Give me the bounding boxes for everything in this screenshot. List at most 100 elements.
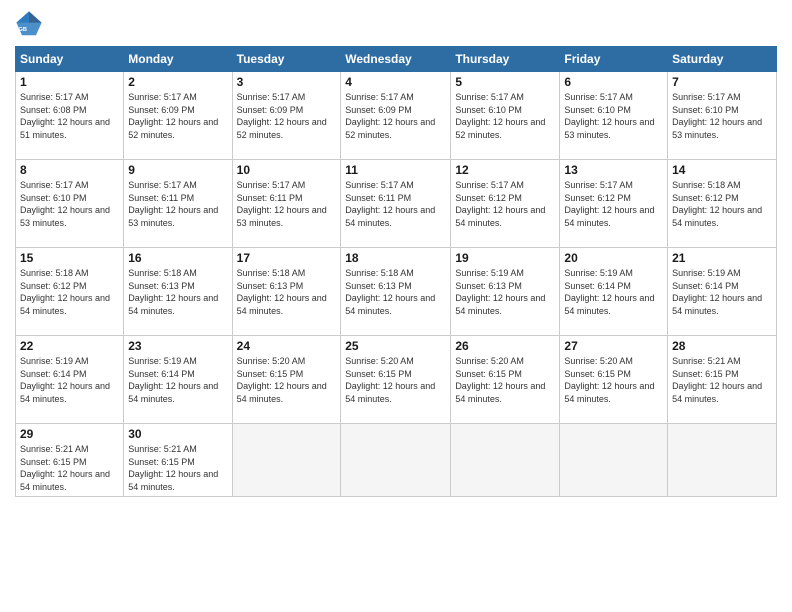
day-info: Sunrise: 5:17 AMSunset: 6:11 PMDaylight:… — [237, 179, 337, 229]
day-info: Sunrise: 5:17 AMSunset: 6:11 PMDaylight:… — [128, 179, 227, 229]
calendar-cell: 10 Sunrise: 5:17 AMSunset: 6:11 PMDayligh… — [232, 160, 341, 248]
day-info: Sunrise: 5:18 AMSunset: 6:12 PMDaylight:… — [672, 179, 772, 229]
day-number: 17 — [237, 251, 337, 265]
day-number: 11 — [345, 163, 446, 177]
day-info: Sunrise: 5:18 AMSunset: 6:12 PMDaylight:… — [20, 267, 119, 317]
calendar-cell: 4 Sunrise: 5:17 AMSunset: 6:09 PMDaylight… — [341, 72, 451, 160]
day-info: Sunrise: 5:17 AMSunset: 6:11 PMDaylight:… — [345, 179, 446, 229]
day-number: 28 — [672, 339, 772, 353]
calendar-table: SundayMondayTuesdayWednesdayThursdayFrid… — [15, 46, 777, 497]
calendar-cell: 11 Sunrise: 5:17 AMSunset: 6:11 PMDayligh… — [341, 160, 451, 248]
calendar-cell: 3 Sunrise: 5:17 AMSunset: 6:09 PMDaylight… — [232, 72, 341, 160]
day-number: 10 — [237, 163, 337, 177]
day-info: Sunrise: 5:21 AMSunset: 6:15 PMDaylight:… — [672, 355, 772, 405]
calendar-cell: 6Sunrise: 5:17 AMSunset: 6:10 PMDaylight… — [560, 72, 668, 160]
logo-icon: GB — [15, 10, 43, 38]
day-info: Sunrise: 5:17 AMSunset: 6:10 PMDaylight:… — [455, 91, 555, 141]
day-number: 27 — [564, 339, 663, 353]
calendar-cell: 27 Sunrise: 5:20 AMSunset: 6:15 PMDayligh… — [560, 336, 668, 424]
day-info: Sunrise: 5:20 AMSunset: 6:15 PMDaylight:… — [564, 355, 663, 405]
page: GB SundayMondayTuesdayWednesdayThursdayF… — [0, 0, 792, 612]
day-number: 6 — [564, 75, 663, 89]
day-number: 23 — [128, 339, 227, 353]
day-info: Sunrise: 5:17 AMSunset: 6:10 PMDaylight:… — [20, 179, 119, 229]
day-info: Sunrise: 5:17 AMSunset: 6:09 PMDaylight:… — [237, 91, 337, 141]
day-number: 15 — [20, 251, 119, 265]
calendar-cell: 29 Sunrise: 5:21 AMSunset: 6:15 PMDayligh… — [16, 424, 124, 497]
calendar-cell: 19Sunrise: 5:19 AMSunset: 6:13 PMDayligh… — [451, 248, 560, 336]
day-info: Sunrise: 5:20 AMSunset: 6:15 PMDaylight:… — [345, 355, 446, 405]
calendar-week-0: 1 Sunrise: 5:17 AMSunset: 6:08 PMDaylight… — [16, 72, 777, 160]
day-number: 2 — [128, 75, 227, 89]
day-info: Sunrise: 5:21 AMSunset: 6:15 PMDaylight:… — [128, 443, 227, 493]
day-info: Sunrise: 5:18 AMSunset: 6:13 PMDaylight:… — [345, 267, 446, 317]
day-number: 25 — [345, 339, 446, 353]
svg-text:GB: GB — [19, 27, 27, 33]
day-info: Sunrise: 5:18 AMSunset: 6:13 PMDaylight:… — [237, 267, 337, 317]
day-info: Sunrise: 5:19 AMSunset: 6:14 PMDaylight:… — [672, 267, 772, 317]
calendar-cell: 12Sunrise: 5:17 AMSunset: 6:12 PMDayligh… — [451, 160, 560, 248]
day-number: 29 — [20, 427, 119, 441]
calendar-cell: 28 Sunrise: 5:21 AMSunset: 6:15 PMDayligh… — [668, 336, 777, 424]
calendar-cell: 15 Sunrise: 5:18 AMSunset: 6:12 PMDayligh… — [16, 248, 124, 336]
day-info: Sunrise: 5:19 AMSunset: 6:14 PMDaylight:… — [128, 355, 227, 405]
day-info: Sunrise: 5:20 AMSunset: 6:15 PMDaylight:… — [237, 355, 337, 405]
day-number: 4 — [345, 75, 446, 89]
day-number: 1 — [20, 75, 119, 89]
calendar-cell: 25 Sunrise: 5:20 AMSunset: 6:15 PMDayligh… — [341, 336, 451, 424]
header-cell-thursday: Thursday — [451, 47, 560, 72]
header-cell-wednesday: Wednesday — [341, 47, 451, 72]
header: GB — [15, 10, 777, 38]
day-info: Sunrise: 5:20 AMSunset: 6:15 PMDaylight:… — [455, 355, 555, 405]
calendar-week-3: 22 Sunrise: 5:19 AMSunset: 6:14 PMDayligh… — [16, 336, 777, 424]
day-number: 3 — [237, 75, 337, 89]
calendar-cell: 24 Sunrise: 5:20 AMSunset: 6:15 PMDayligh… — [232, 336, 341, 424]
calendar-header: SundayMondayTuesdayWednesdayThursdayFrid… — [16, 47, 777, 72]
calendar-week-2: 15 Sunrise: 5:18 AMSunset: 6:12 PMDayligh… — [16, 248, 777, 336]
calendar-cell — [668, 424, 777, 497]
day-info: Sunrise: 5:19 AMSunset: 6:14 PMDaylight:… — [20, 355, 119, 405]
calendar-cell: 7Sunrise: 5:17 AMSunset: 6:10 PMDaylight… — [668, 72, 777, 160]
day-info: Sunrise: 5:17 AMSunset: 6:08 PMDaylight:… — [20, 91, 119, 141]
header-cell-friday: Friday — [560, 47, 668, 72]
day-number: 5 — [455, 75, 555, 89]
day-info: Sunrise: 5:17 AMSunset: 6:09 PMDaylight:… — [128, 91, 227, 141]
day-number: 16 — [128, 251, 227, 265]
header-row: SundayMondayTuesdayWednesdayThursdayFrid… — [16, 47, 777, 72]
calendar-cell: 23 Sunrise: 5:19 AMSunset: 6:14 PMDayligh… — [124, 336, 232, 424]
day-number: 26 — [455, 339, 555, 353]
day-info: Sunrise: 5:19 AMSunset: 6:14 PMDaylight:… — [564, 267, 663, 317]
day-number: 20 — [564, 251, 663, 265]
calendar-cell: 8Sunrise: 5:17 AMSunset: 6:10 PMDaylight… — [16, 160, 124, 248]
day-number: 9 — [128, 163, 227, 177]
header-cell-saturday: Saturday — [668, 47, 777, 72]
header-cell-monday: Monday — [124, 47, 232, 72]
day-info: Sunrise: 5:17 AMSunset: 6:09 PMDaylight:… — [345, 91, 446, 141]
calendar-cell: 2 Sunrise: 5:17 AMSunset: 6:09 PMDaylight… — [124, 72, 232, 160]
day-info: Sunrise: 5:21 AMSunset: 6:15 PMDaylight:… — [20, 443, 119, 493]
calendar-cell — [451, 424, 560, 497]
calendar-cell: 20 Sunrise: 5:19 AMSunset: 6:14 PMDayligh… — [560, 248, 668, 336]
logo: GB — [15, 10, 47, 38]
calendar-cell: 30 Sunrise: 5:21 AMSunset: 6:15 PMDayligh… — [124, 424, 232, 497]
calendar-cell: 9 Sunrise: 5:17 AMSunset: 6:11 PMDaylight… — [124, 160, 232, 248]
day-info: Sunrise: 5:17 AMSunset: 6:12 PMDaylight:… — [564, 179, 663, 229]
calendar-cell — [560, 424, 668, 497]
day-number: 14 — [672, 163, 772, 177]
day-number: 22 — [20, 339, 119, 353]
calendar-cell: 5 Sunrise: 5:17 AMSunset: 6:10 PMDaylight… — [451, 72, 560, 160]
header-cell-tuesday: Tuesday — [232, 47, 341, 72]
day-number: 30 — [128, 427, 227, 441]
day-number: 24 — [237, 339, 337, 353]
calendar-cell: 16Sunrise: 5:18 AMSunset: 6:13 PMDayligh… — [124, 248, 232, 336]
calendar-cell: 1 Sunrise: 5:17 AMSunset: 6:08 PMDaylight… — [16, 72, 124, 160]
calendar-cell: 22 Sunrise: 5:19 AMSunset: 6:14 PMDayligh… — [16, 336, 124, 424]
calendar-week-1: 8Sunrise: 5:17 AMSunset: 6:10 PMDaylight… — [16, 160, 777, 248]
calendar-cell — [341, 424, 451, 497]
day-info: Sunrise: 5:17 AMSunset: 6:10 PMDaylight:… — [672, 91, 772, 141]
day-info: Sunrise: 5:17 AMSunset: 6:12 PMDaylight:… — [455, 179, 555, 229]
day-info: Sunrise: 5:19 AMSunset: 6:13 PMDaylight:… — [455, 267, 555, 317]
calendar-cell: 21Sunrise: 5:19 AMSunset: 6:14 PMDayligh… — [668, 248, 777, 336]
day-number: 13 — [564, 163, 663, 177]
day-number: 18 — [345, 251, 446, 265]
